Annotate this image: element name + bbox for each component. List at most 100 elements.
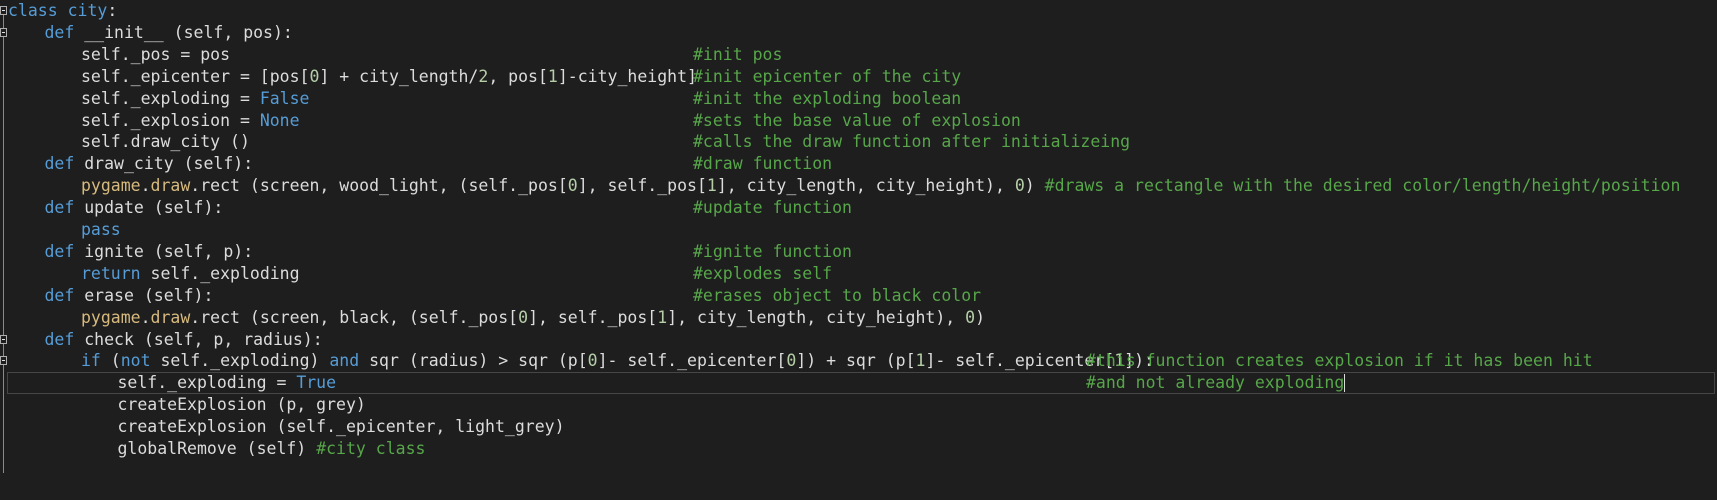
code-line[interactable]: createExplosion (self._epicenter, light_… bbox=[118, 415, 565, 439]
code-token: 1 bbox=[547, 66, 558, 86]
code-token: ]-city_height] bbox=[557, 66, 697, 86]
code-token: draw bbox=[150, 176, 191, 196]
code-comment: #calls the draw function after initializ… bbox=[693, 132, 1131, 152]
code-comment: #draw function bbox=[693, 154, 833, 174]
code-token: pygame bbox=[81, 176, 141, 196]
collapse-icon[interactable] bbox=[0, 6, 7, 15]
code-token: pass bbox=[81, 220, 121, 239]
code-token: def bbox=[44, 285, 75, 305]
code-token: ( bbox=[100, 351, 121, 371]
code-comment: #explodes self bbox=[693, 263, 833, 283]
code-token: 0 bbox=[587, 351, 598, 371]
code-line[interactable]: return self._exploding bbox=[81, 262, 300, 286]
code-editor[interactable]: class city: def __init__ (self, pos): self… bbox=[0, 0, 1717, 500]
fold-gutter bbox=[0, 0, 8, 500]
code-token: self._exploding bbox=[140, 263, 300, 283]
fold-guide-line bbox=[3, 365, 4, 473]
code-token: check (self, p, radius): bbox=[74, 329, 323, 349]
code-token: update (self): bbox=[74, 198, 224, 218]
code-token: ignite (self, p): bbox=[74, 241, 254, 261]
code-line[interactable]: createExplosion (p, grey) bbox=[118, 393, 366, 417]
code-token: self._epicenter = [pos[ bbox=[81, 66, 310, 86]
code-comment: #draws a rectangle with the desired colo… bbox=[1044, 176, 1681, 196]
code-comment: #ignite function bbox=[693, 241, 852, 261]
code-comment: #sets the base value of explosion bbox=[693, 110, 1021, 130]
code-line[interactable]: pass bbox=[81, 218, 121, 242]
code-line[interactable]: def check (self, p, radius): bbox=[45, 328, 323, 352]
code-token: return bbox=[81, 263, 141, 283]
code-token: ], self._pos[ bbox=[528, 307, 658, 327]
code-line[interactable]: self._epicenter = [pos[0] + city_length/… bbox=[81, 65, 697, 89]
code-token: 1 bbox=[657, 307, 668, 327]
code-token: draw bbox=[150, 307, 191, 327]
code-token: ], self._pos[ bbox=[577, 176, 707, 196]
code-token: def bbox=[44, 154, 75, 174]
code-comment: #update function bbox=[693, 198, 852, 218]
code-line[interactable]: def update (self): bbox=[45, 196, 224, 220]
code-token: pygame bbox=[81, 307, 141, 327]
code-token: 0 bbox=[1014, 176, 1025, 196]
code-token: erase (self): bbox=[74, 285, 214, 305]
code-token: 2 bbox=[478, 66, 489, 86]
code-token: self._exploding) bbox=[150, 351, 330, 371]
code-token: , pos[ bbox=[488, 66, 548, 86]
code-token: ], city_length, city_height), bbox=[716, 176, 1015, 196]
code-line[interactable]: def __init__ (self, pos): bbox=[45, 21, 293, 45]
code-token: if bbox=[81, 351, 101, 371]
code-token: . bbox=[140, 307, 151, 327]
code-token: None bbox=[259, 110, 300, 130]
code-line[interactable]: self.draw_city () bbox=[81, 130, 250, 154]
code-token: ], city_length, city_height), bbox=[667, 307, 966, 327]
code-token: .rect (screen, black, (self._pos[ bbox=[190, 307, 519, 327]
collapse-icon[interactable] bbox=[0, 27, 7, 37]
code-token: 0 bbox=[309, 66, 320, 86]
code-token: 0 bbox=[518, 307, 529, 327]
code-token: def bbox=[44, 22, 75, 42]
collapse-icon[interactable] bbox=[0, 334, 7, 344]
code-token: __init__ (self, pos): bbox=[74, 22, 293, 42]
code-line[interactable]: self._exploding = False bbox=[81, 87, 309, 111]
code-comment: #init the exploding boolean bbox=[693, 88, 962, 108]
code-token: sqr (radius) > sqr (p[ bbox=[359, 351, 588, 371]
code-token: : bbox=[107, 1, 118, 20]
code-token: createExplosion (p, grey) bbox=[117, 395, 366, 415]
code-token: 0 bbox=[567, 176, 578, 196]
code-token: 0 bbox=[786, 351, 797, 371]
code-line[interactable]: def erase (self): bbox=[45, 284, 214, 308]
code-line[interactable]: def ignite (self, p): bbox=[45, 240, 254, 264]
code-token: createExplosion (self._epicenter, light_… bbox=[117, 417, 565, 437]
code-token: True bbox=[296, 373, 337, 393]
code-comment: #and not already exploding bbox=[1086, 373, 1345, 393]
code-line[interactable]: globalRemove (self) #city class bbox=[118, 437, 426, 461]
code-token: 0 bbox=[965, 307, 976, 327]
code-line[interactable]: def draw_city (self): bbox=[45, 152, 254, 176]
code-token: def bbox=[44, 241, 75, 261]
code-comment: #init pos bbox=[693, 44, 783, 64]
code-token: self._exploding = bbox=[81, 88, 260, 108]
code-comment: #erases object to black color bbox=[693, 285, 982, 305]
code-token: self.draw_city () bbox=[81, 132, 250, 152]
code-token: .rect (screen, wood_light, (self._pos[ bbox=[190, 176, 568, 196]
fold-guide-line bbox=[3, 36, 4, 167]
code-comment: #init epicenter of the city bbox=[693, 66, 962, 86]
code-line[interactable]: self._pos = pos bbox=[81, 43, 230, 67]
code-line[interactable]: pygame.draw.rect (screen, wood_light, (s… bbox=[81, 174, 1680, 198]
code-token: self._exploding = bbox=[117, 373, 297, 393]
code-token: def bbox=[44, 198, 75, 218]
code-line[interactable]: pygame.draw.rect (screen, black, (self._… bbox=[81, 306, 985, 330]
code-token: def bbox=[44, 329, 75, 349]
code-token: ] + city_length/ bbox=[319, 66, 479, 86]
code-line[interactable]: if (not self._exploding) and sqr (radius… bbox=[81, 349, 1154, 373]
code-line[interactable]: self._explosion = None bbox=[81, 109, 300, 133]
code-token: not bbox=[120, 351, 151, 371]
code-token: . bbox=[140, 176, 151, 196]
code-token: 1 bbox=[706, 176, 717, 196]
code-line[interactable]: self._exploding = True bbox=[118, 371, 337, 395]
code-token: class bbox=[8, 1, 58, 20]
collapse-icon[interactable] bbox=[0, 356, 7, 366]
code-token: self._pos = pos bbox=[81, 44, 231, 64]
text-caret bbox=[1344, 374, 1346, 393]
code-token: and bbox=[329, 351, 360, 371]
code-line[interactable]: class city: bbox=[8, 0, 117, 23]
